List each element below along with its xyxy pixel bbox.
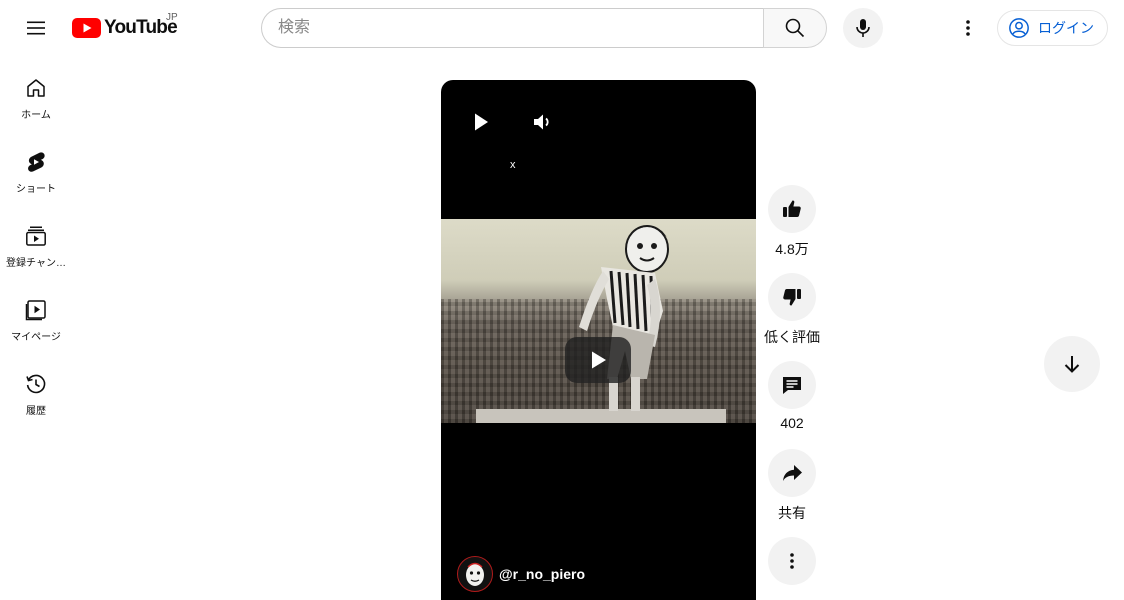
center-play-button[interactable] [565,337,631,383]
share-label: 共有 [778,505,806,521]
voice-search-button[interactable] [843,8,883,48]
more-vertical-icon [790,553,794,569]
subscriptions-icon [26,226,46,246]
play-icon [475,113,488,131]
like-count: 4.8万 [775,241,809,257]
dislike-action: 低く評価 [764,273,820,345]
thumbs-down-icon [783,289,801,306]
sidebar-item-home[interactable]: ホーム [0,56,72,130]
video-overlay-text: x [510,159,516,171]
share-button[interactable] [768,449,816,497]
youtube-play-logo-icon [72,18,101,38]
more-vertical-icon [966,20,970,36]
volume-button[interactable] [531,110,555,134]
comments-button[interactable] [768,361,816,409]
comment-icon [783,377,801,394]
channel-info[interactable]: @r_no_piero [457,556,585,592]
search-input[interactable] [262,9,764,47]
thumbs-up-icon [783,200,801,217]
library-icon [25,300,46,321]
sidebar-item-history[interactable]: 履歴 [0,352,72,426]
video-frame [441,219,756,423]
search-icon [785,18,805,38]
login-button[interactable]: ログイン [997,10,1108,46]
masthead: YouTube JP 検索 ログイン [0,0,1124,56]
shorts-page: YouTube JP 検索 ログイン ホーム ショート 登録チャン… マイページ… [0,0,1124,600]
channel-handle[interactable]: @r_no_piero [499,566,585,582]
sidebar-item-shorts[interactable]: ショート [0,130,72,204]
shorts-icon [28,152,45,172]
performer-figure [579,225,669,411]
search-box [261,8,764,48]
hamburger-menu-icon [27,21,45,35]
action-rail: 4.8万 低く評価 402 共有 [764,185,820,585]
settings-more-button[interactable] [948,8,988,48]
mini-guide-sidebar: ホーム ショート 登録チャン… マイページ 履歴 [0,56,72,426]
dislike-label: 低く評価 [764,329,820,345]
like-button[interactable] [768,185,816,233]
menu-button[interactable] [16,8,56,48]
comment-action: 402 [767,361,817,433]
clown-face-avatar-icon [466,562,484,586]
sidebar-item-label: マイページ [11,332,61,343]
sidebar-item-library[interactable]: マイページ [0,278,72,352]
microphone-icon [856,19,870,37]
dislike-button[interactable] [768,273,816,321]
shorts-player[interactable]: x @r_no_piero [441,80,756,600]
channel-avatar[interactable] [457,556,493,592]
login-label: ログイン [1038,20,1094,36]
comment-count: 402 [780,415,804,431]
sidebar-item-subscriptions[interactable]: 登録チャン… [0,204,72,278]
volume-icon [534,114,549,130]
home-icon [27,79,45,97]
sidebar-item-label: 履歴 [26,406,46,417]
play-icon [592,351,606,369]
sidebar-item-label: 登録チャン… [6,258,66,269]
history-icon [26,374,46,394]
play-pause-button[interactable] [469,110,493,134]
search-button[interactable] [763,8,827,48]
sidebar-item-label: ショート [16,184,56,195]
share-icon [783,465,802,481]
sidebar-item-label: ホーム [21,110,51,121]
next-short-button[interactable] [1044,336,1100,392]
like-action: 4.8万 [767,185,817,257]
share-action: 共有 [767,449,817,521]
youtube-logo[interactable]: YouTube [72,16,178,40]
account-circle-icon [1009,18,1029,38]
more-actions-button[interactable] [768,537,816,585]
logo-country-code: JP [166,12,178,23]
arrow-down-icon [1064,356,1080,373]
more-action [767,537,817,585]
